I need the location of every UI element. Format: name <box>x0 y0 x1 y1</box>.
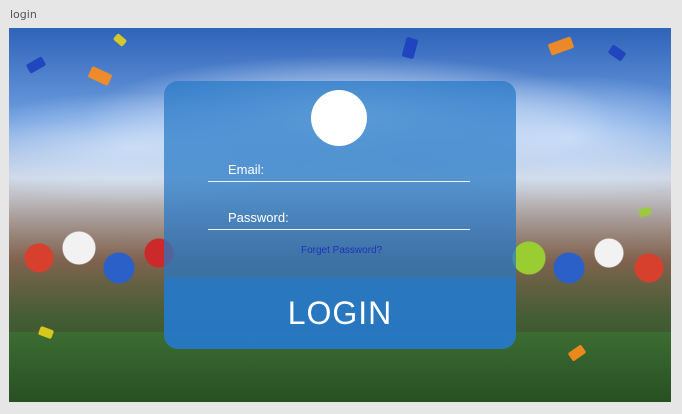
password-label: Password: <box>228 210 289 225</box>
password-input[interactable] <box>298 209 462 229</box>
login-screen-frame: Email: Password: Forget Password? LOGIN <box>9 28 671 402</box>
confetti-piece <box>87 65 113 87</box>
artboard-title: login <box>10 8 37 21</box>
login-card: Email: Password: Forget Password? LOGIN <box>164 81 516 349</box>
user-avatar-icon <box>311 90 367 146</box>
forgot-password-link[interactable]: Forget Password? <box>301 245 382 256</box>
confetti-piece <box>607 44 627 62</box>
confetti-piece <box>401 36 419 60</box>
artboard: login Email: Password: Forget Password? … <box>0 0 682 414</box>
email-label: Email: <box>228 162 265 177</box>
password-field-row: Password: <box>208 207 470 230</box>
login-button[interactable]: LOGIN <box>164 278 516 349</box>
confetti-piece <box>25 56 47 74</box>
confetti-piece <box>112 33 128 47</box>
confetti-piece <box>547 36 575 56</box>
email-field-row: Email: <box>208 159 470 182</box>
email-input[interactable] <box>298 161 462 181</box>
